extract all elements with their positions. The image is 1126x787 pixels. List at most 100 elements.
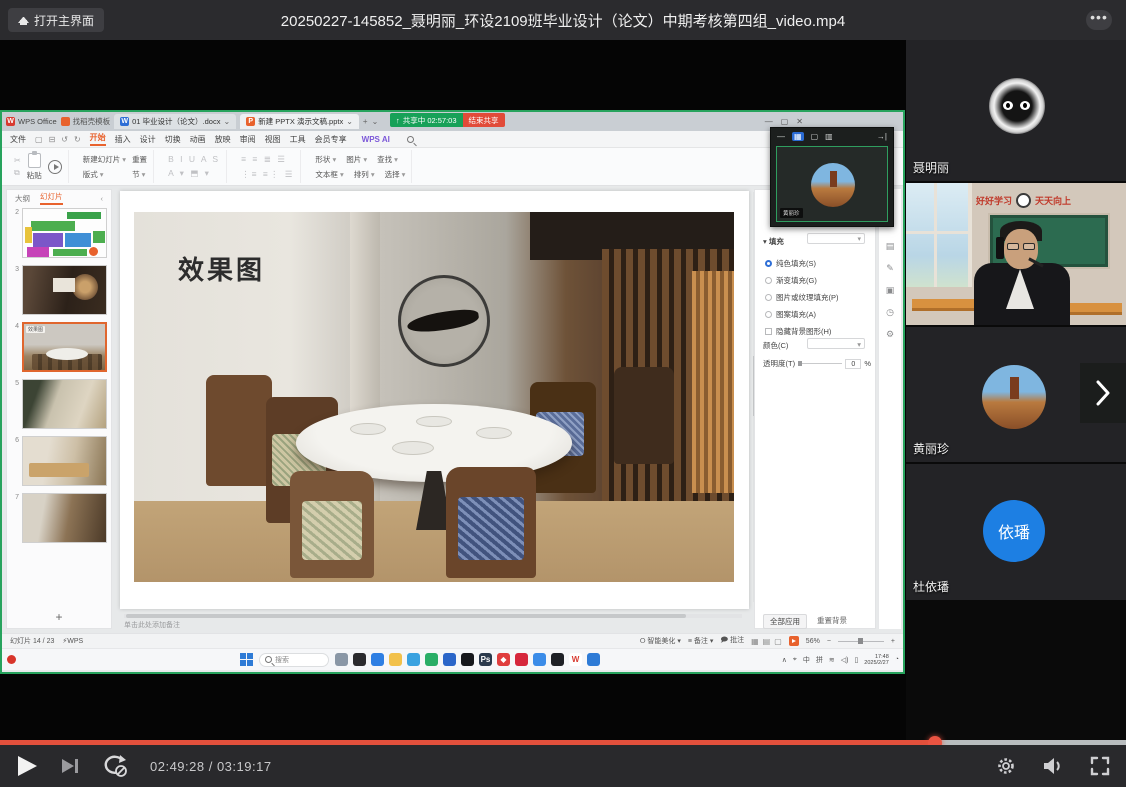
paste-button[interactable]: 粘贴 — [27, 153, 42, 181]
maximize-icon[interactable]: ▢ — [781, 117, 789, 126]
reading-view-icon[interactable]: ▢ — [774, 637, 782, 646]
slide-thumbnail-7[interactable] — [22, 493, 107, 543]
taskbar-search-box[interactable]: 搜索 — [259, 653, 329, 667]
new-slide-button[interactable]: 新建幻灯片 ▾ — [83, 154, 126, 165]
microphone-icon[interactable]: ⌖ — [793, 656, 797, 664]
transparency-slider[interactable] — [798, 363, 842, 364]
wps-quick-label[interactable]: ⚡WPS — [62, 637, 83, 645]
taskbar-app-icon-cloud[interactable] — [533, 653, 546, 666]
undo-icon[interactable]: ↺ — [61, 135, 68, 144]
textbox-button[interactable]: 文本框 ▾ — [315, 169, 343, 180]
taskbar-app-icon-app-gray[interactable] — [335, 653, 348, 666]
grid-view-icon[interactable]: ▦ — [792, 132, 804, 141]
cut-copy-icons[interactable]: ✂ ⧉ — [14, 156, 21, 178]
menu-member[interactable]: 会员专享 — [315, 134, 347, 145]
floating-participant-video[interactable]: 黄丽珍 — [776, 146, 888, 222]
taskbar-app-icon-app-black[interactable] — [461, 653, 474, 666]
search-icon[interactable] — [407, 136, 414, 143]
menu-insert[interactable]: 插入 — [115, 134, 131, 145]
menu-review[interactable]: 审阅 — [240, 134, 256, 145]
zoom-slider[interactable] — [838, 641, 884, 642]
panel-view-icon[interactable]: ▢ — [811, 132, 819, 141]
battery-icon[interactable]: ▯ — [854, 656, 858, 664]
minimize-icon[interactable]: — — [777, 132, 785, 141]
play-button[interactable] — [16, 754, 38, 778]
ime-indicator[interactable]: 中 — [803, 655, 810, 665]
expand-participants-button[interactable] — [1080, 363, 1126, 423]
slideshow-play-icon[interactable] — [789, 636, 799, 646]
layout-icon[interactable]: ▤ — [886, 241, 895, 252]
layout-button[interactable]: 版式 ▾ — [83, 169, 126, 180]
reset-background-button[interactable]: 重置背景 — [815, 614, 849, 629]
new-tab-button[interactable]: + — [363, 117, 368, 126]
canvas-horizontal-scrollbar[interactable] — [124, 614, 742, 618]
open-main-ui-button[interactable]: 打开主界面 — [8, 8, 104, 32]
menu-slideshow[interactable]: 放映 — [215, 134, 231, 145]
color-dropdown[interactable] — [807, 338, 865, 349]
next-button[interactable] — [60, 756, 80, 776]
menu-transitions[interactable]: 切换 — [165, 134, 181, 145]
slide-canvas[interactable]: 效果图 — [120, 191, 749, 609]
ime-mode-indicator[interactable]: 拼 — [816, 655, 823, 665]
taskbar-app-icon-app-red2[interactable] — [515, 653, 528, 666]
copy-icon[interactable]: ⧉ — [14, 168, 21, 178]
taskbar-app-icon-app-blue1[interactable] — [443, 653, 456, 666]
minimize-icon[interactable]: — — [765, 117, 773, 126]
print-icon[interactable]: ⊟ — [49, 135, 56, 144]
meeting-floating-panel[interactable]: — ▦ ▢ ▥ →| 黄丽珍 — [770, 127, 894, 227]
zoom-percent[interactable]: 56% — [806, 638, 820, 645]
close-icon[interactable]: ✕ — [796, 117, 803, 126]
slide-thumbnail-6[interactable] — [22, 436, 107, 486]
play-from-start-button[interactable] — [48, 160, 62, 174]
apply-all-button[interactable]: 全部应用 — [763, 614, 807, 629]
notes-toggle-button[interactable]: ≡ 备注 ▾ — [688, 636, 714, 646]
taskbar-app-icon-video-app[interactable] — [407, 653, 420, 666]
zoom-in-icon[interactable]: + — [891, 638, 895, 645]
slide-thumbnail-5[interactable] — [22, 379, 107, 429]
menu-design[interactable]: 设计 — [140, 134, 156, 145]
stop-sharing-button[interactable]: 结束共享 — [463, 113, 505, 127]
edit-icon[interactable]: ✎ — [886, 263, 894, 274]
slide-thumbnail-4-selected[interactable]: 效果图 — [22, 322, 107, 372]
participant-tile-2-video[interactable]: 好好学习 天天向上 — [906, 183, 1126, 325]
picture-button[interactable]: 图片 ▾ — [346, 154, 367, 165]
start-button[interactable] — [240, 653, 253, 666]
more-options-button[interactable]: ••• — [1086, 10, 1112, 30]
taskbar-app-icon-wps[interactable]: W — [569, 653, 582, 666]
taskbar-app-icon-app-red1[interactable]: ◆ — [497, 653, 510, 666]
gallery-view-icon[interactable]: ▥ — [825, 132, 833, 141]
docer-templates-button[interactable]: 找稻壳模板 — [61, 116, 111, 127]
collapse-right-icon[interactable]: →| — [877, 132, 887, 141]
sorter-view-icon[interactable]: ▤ — [763, 637, 771, 646]
cut-icon[interactable]: ✂ — [14, 156, 21, 165]
loop-mode-button[interactable] — [102, 754, 128, 778]
tab-list-chevron-icon[interactable]: ⌄ — [372, 117, 379, 126]
collapse-panel-icon[interactable]: ‹ — [101, 194, 104, 203]
taskbar-app-icon-app-dark2[interactable] — [551, 653, 564, 666]
menu-view[interactable]: 视图 — [265, 134, 281, 145]
fill-preset-dropdown[interactable] — [807, 233, 865, 244]
section-button[interactable]: 节 ▾ — [132, 169, 147, 180]
notifications-bell-icon[interactable]: ◔ — [895, 656, 899, 663]
redo-icon[interactable]: ↻ — [74, 135, 81, 144]
tab-slides[interactable]: 幻灯片 — [40, 191, 63, 205]
arrange-button[interactable]: 排列 ▾ — [354, 169, 375, 180]
menu-file[interactable]: 文件 — [10, 134, 26, 145]
reset-button[interactable]: 重置 — [132, 154, 147, 165]
taskbar-app-icon-photoshop[interactable]: Ps — [479, 653, 492, 666]
option-gradient-fill[interactable]: 渐变填充(G) — [765, 275, 817, 286]
menu-home[interactable]: 开始 — [90, 132, 106, 146]
settings-button[interactable] — [996, 756, 1016, 776]
wps-ai-button[interactable]: WPS AI — [362, 135, 390, 144]
doc-tab[interactable]: W 01 毕业设计（论文）.docx ⌄ — [114, 114, 236, 129]
panel-icon[interactable]: ▣ — [886, 285, 895, 296]
select-button[interactable]: 选择 ▾ — [385, 169, 406, 180]
chevron-down-icon[interactable]: ⌄ — [223, 117, 230, 126]
taskbar-app-icon-edge[interactable] — [371, 653, 384, 666]
slide-thumbnail-3[interactable] — [22, 265, 107, 315]
participant-tile-4[interactable]: 依璠 杜依璠 — [906, 464, 1126, 600]
hidden-icons-chevron[interactable]: ∧ — [782, 656, 787, 664]
zoom-out-icon[interactable]: − — [827, 638, 831, 645]
find-button[interactable]: 查找 ▾ — [377, 154, 398, 165]
menu-animations[interactable]: 动画 — [190, 134, 206, 145]
